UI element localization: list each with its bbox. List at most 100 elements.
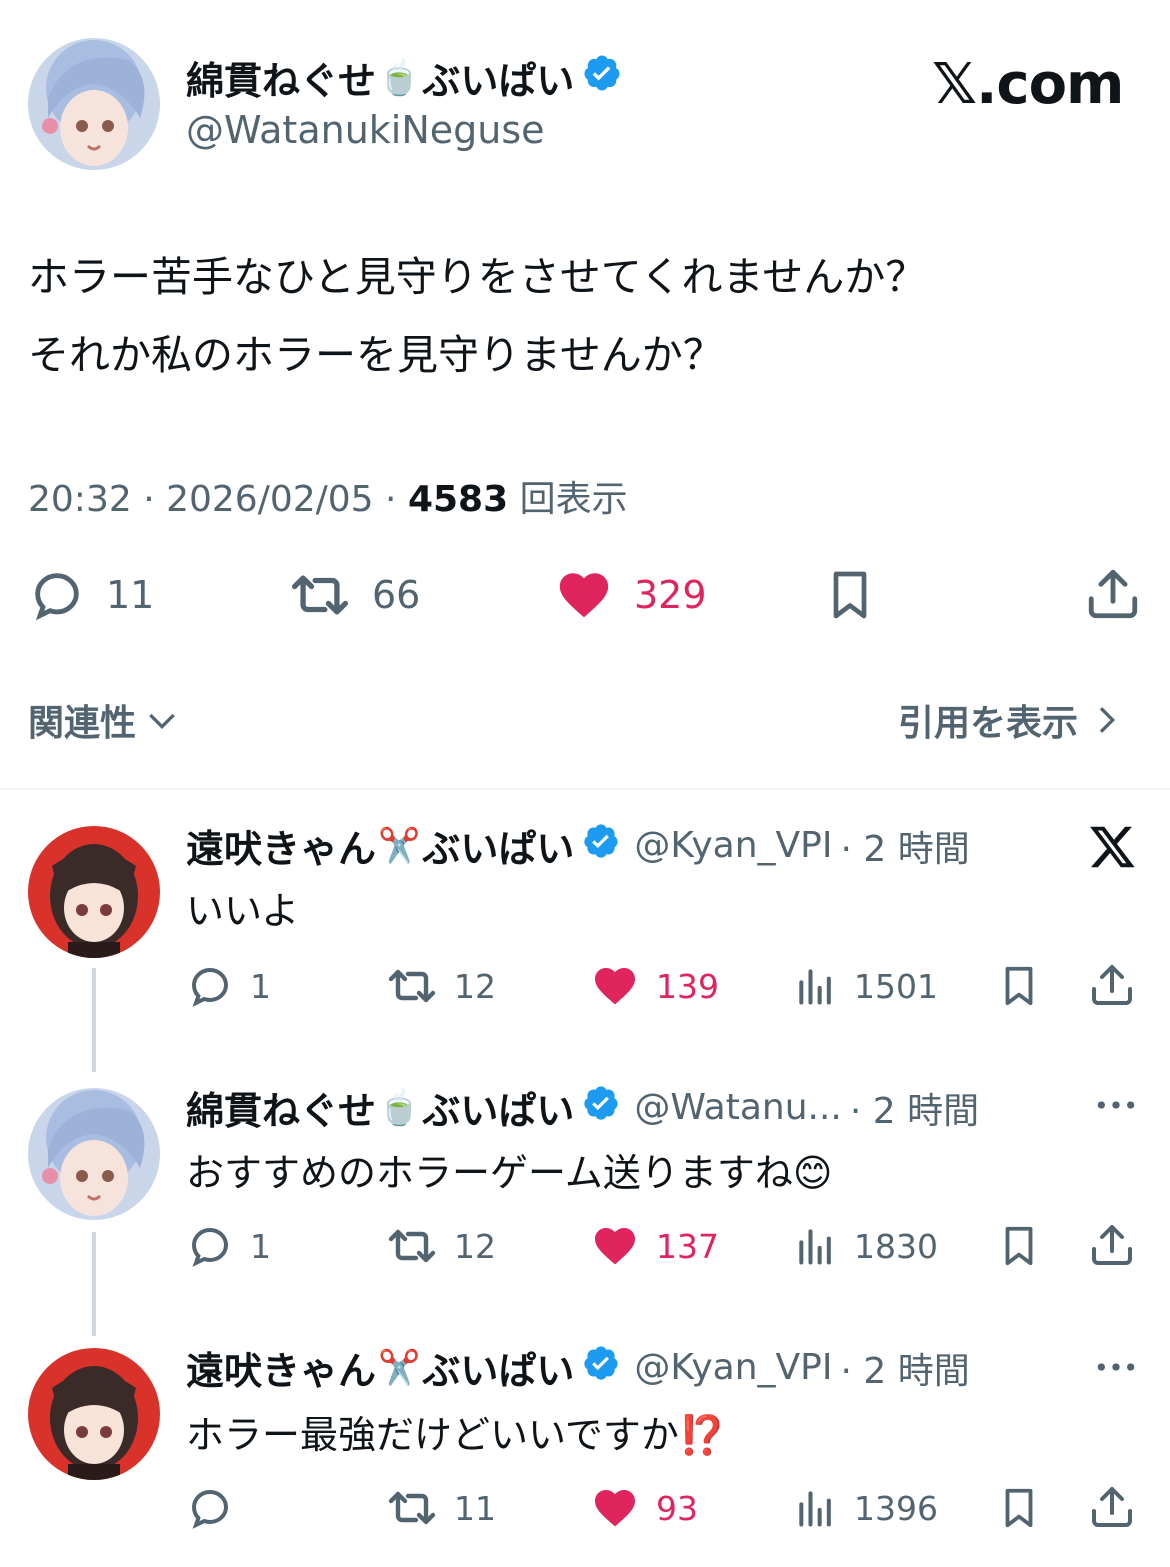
retweet-count: 12 bbox=[454, 1226, 496, 1266]
views-icon bbox=[799, 1491, 831, 1527]
reply-time[interactable]: · 2 時間 bbox=[841, 1342, 970, 1394]
like-count: 93 bbox=[656, 1488, 698, 1528]
more-icon[interactable] bbox=[1094, 1354, 1138, 1384]
heart-icon bbox=[595, 968, 635, 1005]
views-icon bbox=[799, 1229, 831, 1265]
reply-handle[interactable]: @Kyan_VPI bbox=[634, 1347, 832, 1388]
views-button[interactable]: 1830 bbox=[794, 1222, 938, 1270]
views-count: 1396 bbox=[854, 1488, 938, 1528]
reply-time[interactable]: · 2 時間 bbox=[841, 820, 970, 872]
retweet-button[interactable]: 11 bbox=[386, 1484, 496, 1532]
meta-separator: · bbox=[143, 479, 167, 520]
heart-icon bbox=[559, 573, 609, 618]
thread-line bbox=[92, 1232, 96, 1336]
views-button[interactable]: 1501 bbox=[794, 962, 938, 1010]
share-button[interactable] bbox=[1088, 1220, 1136, 1274]
views-button[interactable]: 1396 bbox=[794, 1484, 938, 1532]
reply-icon bbox=[191, 1489, 229, 1529]
reply-button[interactable]: 1 bbox=[186, 962, 271, 1010]
reply-count: 1 bbox=[250, 966, 271, 1006]
meta-separator: · bbox=[385, 479, 408, 520]
verified-badge-icon bbox=[582, 1084, 620, 1131]
reply-icon bbox=[191, 967, 229, 1007]
views-icon bbox=[799, 969, 831, 1005]
reply-handle[interactable]: @Kyan_VPI bbox=[634, 825, 832, 866]
author-handle[interactable]: @WatanukiNeguse bbox=[186, 108, 545, 152]
reply-header: 綿貫ねぐせ 🍵 ぶいぱい @Watanu... · 2 時間 bbox=[186, 1080, 1126, 1135]
chevron-down-icon bbox=[149, 713, 175, 730]
reply-button[interactable] bbox=[186, 1484, 250, 1532]
share-button[interactable] bbox=[1084, 564, 1142, 628]
reply-button[interactable]: 1 bbox=[186, 1222, 271, 1270]
bookmark-button[interactable] bbox=[996, 962, 1042, 1014]
heart-icon bbox=[595, 1490, 635, 1527]
reply-author-name-suffix: ぶいぱい bbox=[422, 1349, 575, 1393]
reply-author-name[interactable]: 遠吠きゃん ✂️ ぶいぱい bbox=[186, 1340, 620, 1395]
reply-avatar[interactable] bbox=[28, 1088, 160, 1220]
bookmark-button[interactable] bbox=[822, 566, 878, 628]
retweet-icon bbox=[291, 575, 349, 615]
retweet-button[interactable]: 66 bbox=[288, 566, 420, 624]
reply-count: 1 bbox=[250, 1226, 271, 1266]
x-icon bbox=[1088, 822, 1138, 876]
reply-author-name-suffix: ぶいぱい bbox=[422, 827, 575, 871]
bookmark-icon bbox=[1005, 966, 1033, 1006]
bookmark-icon bbox=[1005, 1226, 1033, 1266]
like-button[interactable]: 137 bbox=[590, 1222, 719, 1270]
verified-badge-icon bbox=[582, 1344, 620, 1391]
views-count: 1501 bbox=[854, 966, 938, 1006]
reply-text: ホラー最強だけどいいですか⁉️ bbox=[186, 1413, 727, 1457]
retweet-button[interactable]: 12 bbox=[386, 1222, 496, 1270]
bookmark-button[interactable] bbox=[996, 1222, 1042, 1274]
share-icon bbox=[1092, 1225, 1132, 1265]
scissors-emoji: ✂️ bbox=[378, 1347, 421, 1388]
reply-header: 遠吠きゃん ✂️ ぶいぱい @Kyan_VPI · 2 時間 bbox=[186, 818, 1126, 873]
share-button[interactable] bbox=[1088, 960, 1136, 1014]
relevance-label: 関連性 bbox=[28, 703, 137, 744]
like-button[interactable]: 329 bbox=[554, 566, 707, 624]
retweet-button[interactable]: 12 bbox=[386, 962, 496, 1010]
reply-avatar[interactable] bbox=[28, 826, 160, 958]
reply-handle[interactable]: @Watanu... bbox=[634, 1087, 842, 1128]
tweet-meta: 20:32 · 2026/02/05 · 4583 回表示 bbox=[28, 470, 628, 522]
reply-author-name[interactable]: 綿貫ねぐせ 🍵 ぶいぱい bbox=[186, 1080, 620, 1135]
relevance-sort-button[interactable]: 関連性 bbox=[28, 694, 182, 746]
like-button[interactable]: 93 bbox=[590, 1484, 698, 1532]
reply-avatar[interactable] bbox=[28, 1348, 160, 1480]
retweet-count: 11 bbox=[454, 1488, 496, 1528]
tea-emoji: 🍵 bbox=[378, 1087, 421, 1128]
reply-text: おすすめのホラーゲーム送りますね😊 bbox=[186, 1151, 833, 1195]
author-name[interactable]: 綿貫ねぐせ 🍵 ぶいぱい bbox=[186, 50, 622, 105]
reply-author-name[interactable]: 遠吠きゃん ✂️ ぶいぱい bbox=[186, 818, 620, 873]
bookmark-button[interactable] bbox=[996, 1484, 1042, 1536]
reply-icon bbox=[191, 1227, 229, 1267]
view-quotes-link[interactable]: 引用を表示 bbox=[898, 694, 1126, 746]
like-count: 329 bbox=[634, 573, 707, 617]
retweet-count: 12 bbox=[454, 966, 496, 1006]
reply-author-name-text: 綿貫ねぐせ bbox=[186, 1089, 377, 1133]
reply-icon bbox=[35, 573, 79, 621]
author-avatar[interactable] bbox=[28, 38, 160, 170]
retweet-icon bbox=[388, 969, 436, 1003]
thread-line bbox=[92, 968, 96, 1072]
reply-time[interactable]: · 2 時間 bbox=[850, 1082, 979, 1134]
share-button[interactable] bbox=[1088, 1482, 1136, 1536]
views-label: 回表示 bbox=[519, 479, 628, 520]
tweet-text-line2: それか私のホラーを見守りませんか？ bbox=[28, 331, 724, 379]
more-icon[interactable] bbox=[1094, 1092, 1138, 1122]
tweet-text-line1: ホラー苦手なひと見守りをさせてくれませんか？ bbox=[28, 253, 927, 301]
verified-badge-icon bbox=[582, 822, 620, 869]
reply-text: いいよ bbox=[186, 889, 300, 933]
like-button[interactable]: 139 bbox=[590, 962, 719, 1010]
heart-icon bbox=[595, 1228, 635, 1265]
retweet-icon bbox=[388, 1229, 436, 1263]
verified-badge-icon bbox=[582, 53, 622, 102]
reply-button[interactable]: 11 bbox=[28, 566, 154, 624]
tweet-time[interactable]: 20:32 bbox=[28, 479, 132, 520]
share-icon bbox=[1092, 965, 1132, 1005]
tweet-date[interactable]: 2026/02/05 bbox=[166, 479, 374, 520]
retweet-count: 66 bbox=[372, 573, 421, 617]
share-icon bbox=[1088, 569, 1138, 619]
tweet-text: ホラー苦手なひと見守りをさせてくれませんか？ それか私のホラーを見守りませんか？ bbox=[28, 238, 926, 394]
bookmark-icon bbox=[1005, 1488, 1033, 1528]
